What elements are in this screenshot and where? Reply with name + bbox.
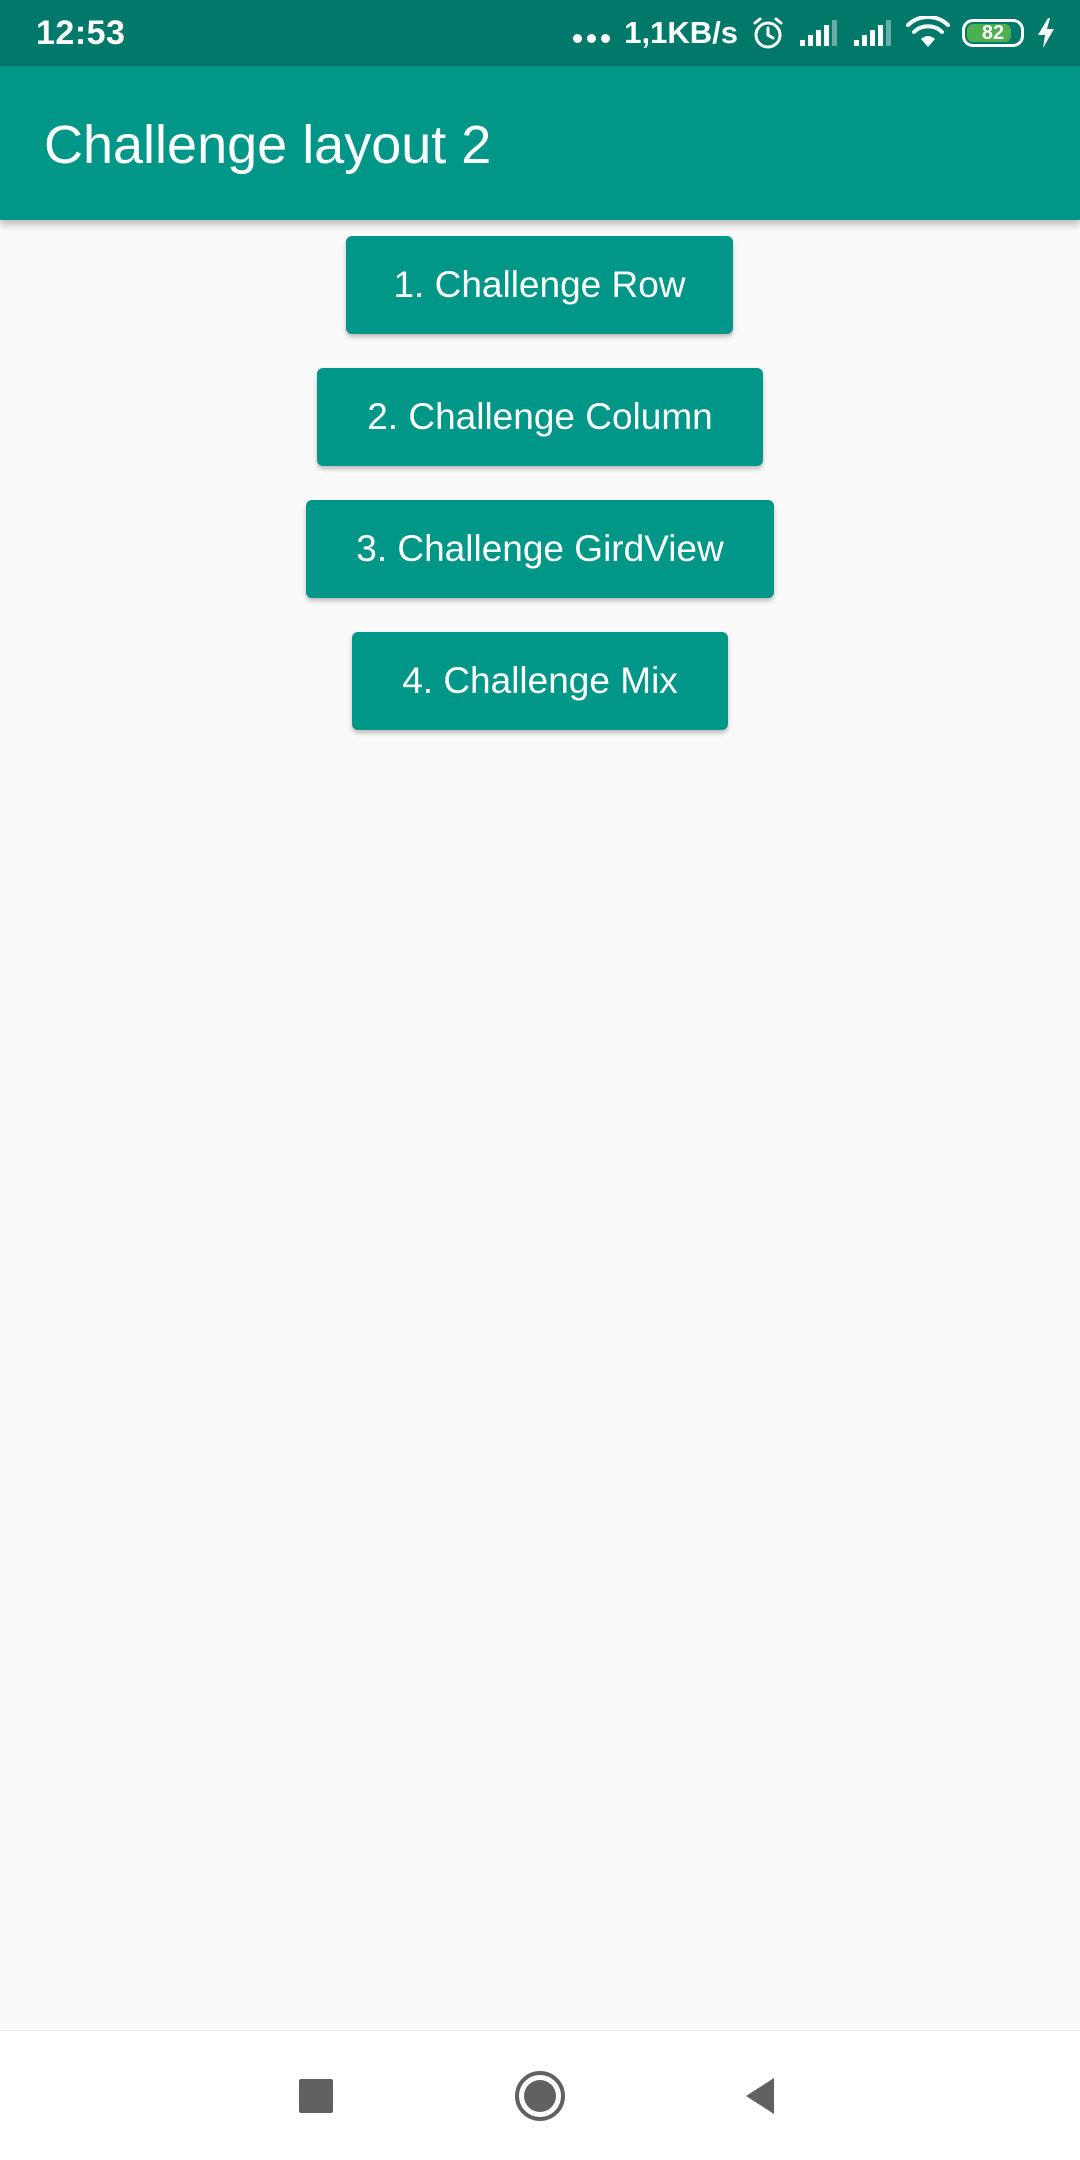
alarm-icon [753, 17, 783, 49]
navigation-bar [0, 2030, 1080, 2160]
back-triangle-icon [746, 2078, 774, 2114]
app-bar: Challenge layout 2 [0, 66, 1080, 220]
battery-level: 82 [981, 22, 1005, 44]
charging-icon [1038, 18, 1054, 48]
wifi-icon [906, 16, 950, 47]
status-bar: 12:53 1,1KB/s 82 [0, 0, 1080, 66]
home-circle-icon [515, 2071, 565, 2121]
more-dots-icon [573, 24, 611, 43]
signal-icon [854, 20, 891, 46]
challenge-mix-button[interactable]: 4. Challenge Mix [352, 632, 728, 730]
recents-button[interactable] [266, 2046, 366, 2146]
back-button[interactable] [711, 2046, 811, 2146]
main-content: 1. Challenge Row 2. Challenge Column 3. … [0, 220, 1080, 2030]
challenge-gridview-button[interactable]: 3. Challenge GirdView [306, 500, 774, 598]
page-title: Challenge layout 2 [44, 115, 492, 175]
status-icons: 1,1KB/s 82 [573, 10, 1056, 56]
status-time: 12:53 [36, 14, 126, 52]
challenge-row-button[interactable]: 1. Challenge Row [346, 236, 733, 334]
battery-icon: 82 [962, 19, 1024, 47]
recents-square-icon [299, 2079, 333, 2113]
signal-icon [800, 20, 837, 46]
home-button[interactable] [490, 2046, 590, 2146]
challenge-column-button[interactable]: 2. Challenge Column [317, 368, 763, 466]
network-speed: 1,1KB/s [624, 15, 738, 50]
